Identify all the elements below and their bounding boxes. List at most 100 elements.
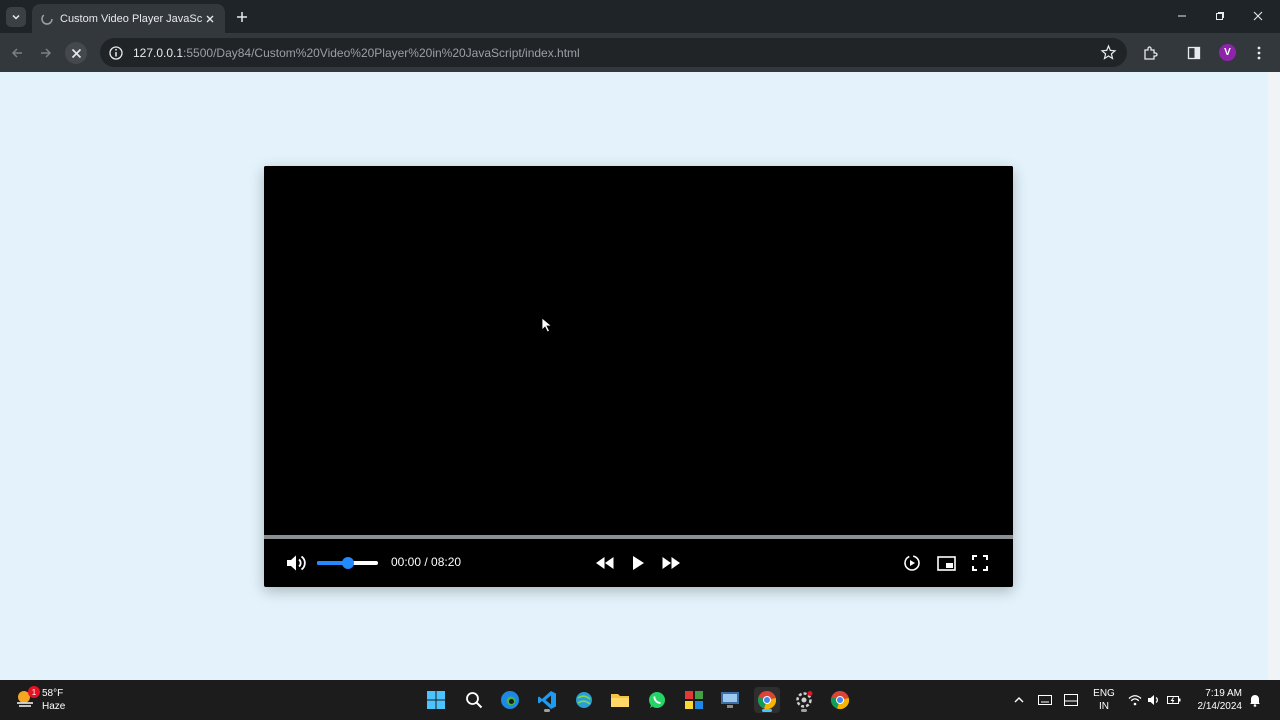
tray-battery[interactable]: [1164, 690, 1184, 710]
close-icon: [1253, 11, 1263, 21]
kebab-menu-icon: [1257, 46, 1261, 60]
back-button[interactable]: [6, 42, 28, 64]
bell-icon: [1250, 695, 1260, 707]
volume-slider[interactable]: [317, 557, 378, 569]
mouse-cursor-icon: [541, 317, 553, 333]
address-bar[interactable]: 127.0.0.1:5500/Day84/Custom%20Video%20Pl…: [100, 38, 1127, 67]
weather-widget[interactable]: 1 58°F Haze: [14, 686, 94, 714]
rewind-button[interactable]: [594, 553, 616, 573]
extensions-button[interactable]: [1139, 42, 1161, 64]
tray-keyboard[interactable]: [1035, 690, 1055, 710]
player-controls: 00:00 / 08:20: [264, 539, 1013, 587]
chevron-down-icon: [12, 14, 20, 20]
rewind-icon: [596, 557, 614, 569]
gear-icon: [796, 691, 813, 708]
windows-taskbar: 1 58°F Haze ENG IN 7:19 AM 2/14/2024: [0, 680, 1280, 720]
plus-icon: [237, 12, 247, 22]
picture-in-picture-button[interactable]: [935, 553, 957, 573]
taskbar-chrome-profile[interactable]: [754, 687, 780, 713]
notification-button[interactable]: [1245, 690, 1265, 710]
stop-loading-button[interactable]: [65, 42, 87, 64]
tab-close-icon[interactable]: [203, 12, 217, 26]
taskbar-clock[interactable]: 7:19 AM 2/14/2024: [1190, 687, 1243, 713]
language-indicator[interactable]: ENG IN: [1093, 687, 1115, 713]
chrome-icon: [757, 691, 777, 710]
fast-forward-icon: [662, 557, 680, 569]
stop-x-icon: [71, 48, 81, 58]
taskbar-app-grid[interactable]: [681, 687, 707, 713]
tray-display[interactable]: [1061, 690, 1081, 710]
taskbar-file-explorer[interactable]: [607, 687, 633, 713]
globe-app-icon: [576, 692, 592, 708]
weather-alert-badge: 1: [28, 686, 40, 698]
close-window-button[interactable]: [1246, 6, 1270, 26]
duration: 08:20: [431, 555, 462, 569]
tab-search-button[interactable]: [6, 7, 26, 27]
keyboard-icon: [1038, 695, 1052, 705]
taskbar-app-globe[interactable]: [571, 687, 597, 713]
running-indicator: [801, 709, 807, 712]
active-tab[interactable]: Custom Video Player JavaScript: [32, 4, 225, 33]
play-button[interactable]: [628, 553, 648, 573]
restore-icon: [1216, 12, 1224, 20]
site-info-icon[interactable]: [108, 45, 124, 61]
taskbar-app-settings[interactable]: [791, 687, 817, 713]
page-scrollbar[interactable]: [1268, 72, 1280, 680]
taskbar-edge[interactable]: [497, 687, 523, 713]
side-panel-button[interactable]: [1183, 42, 1205, 64]
taskbar-chrome[interactable]: [827, 687, 853, 713]
volume-high-icon: [287, 555, 306, 571]
whatsapp-icon: [649, 692, 665, 708]
arrow-right-icon: [41, 48, 52, 58]
minimize-icon: [1178, 15, 1186, 17]
speaker-icon: [1148, 695, 1158, 705]
volume-thumb[interactable]: [341, 557, 354, 569]
tab-bar: Custom Video Player JavaScript: [0, 0, 1280, 33]
taskbar-app-monitor[interactable]: [717, 687, 743, 713]
wifi-icon: [1128, 695, 1142, 706]
fast-forward-button[interactable]: [660, 553, 682, 573]
vscode-icon: [538, 691, 556, 709]
search-icon: [466, 692, 483, 709]
restore-button[interactable]: [1208, 6, 1232, 26]
time-separator: /: [421, 555, 432, 569]
browser-toolbar: 127.0.0.1:5500/Day84/Custom%20Video%20Pl…: [0, 33, 1280, 72]
remote-desktop-icon: [721, 692, 739, 708]
volume-button[interactable]: [285, 552, 309, 574]
chevron-up-icon: [1014, 697, 1024, 703]
time-display: 00:00 / 08:20: [391, 555, 461, 569]
video-surface[interactable]: [264, 166, 1013, 535]
edge-browser-icon: [501, 691, 519, 709]
display-icon: [1064, 694, 1078, 706]
weather-description: Haze: [42, 701, 66, 712]
start-button[interactable]: [423, 687, 449, 713]
play-icon: [633, 556, 644, 570]
browser-menu-button[interactable]: [1248, 42, 1270, 64]
url-text: 127.0.0.1:5500/Day84/Custom%20Video%20Pl…: [133, 45, 580, 60]
battery-charging-icon: [1167, 696, 1181, 704]
minimize-button[interactable]: [1170, 6, 1194, 26]
tray-volume[interactable]: [1144, 690, 1164, 710]
chrome-icon: [830, 691, 850, 710]
taskbar-whatsapp[interactable]: [644, 687, 670, 713]
taskbar-vscode[interactable]: [534, 687, 560, 713]
fullscreen-button[interactable]: [970, 553, 990, 573]
running-indicator: [544, 709, 550, 712]
bookmark-star-icon[interactable]: [1100, 44, 1117, 61]
new-tab-button[interactable]: [233, 8, 251, 26]
forward-button[interactable]: [35, 42, 57, 64]
profile-avatar[interactable]: V: [1219, 44, 1236, 61]
weather-temperature: 58°F: [42, 688, 64, 699]
taskbar-search-button[interactable]: [461, 687, 487, 713]
current-time: 00:00: [391, 555, 422, 569]
side-panel-icon: [1187, 46, 1201, 60]
arrow-left-icon: [11, 48, 22, 58]
playback-speed-button[interactable]: [902, 553, 922, 573]
show-hidden-icons-button[interactable]: [1009, 690, 1029, 710]
video-player: 00:00 / 08:20: [264, 166, 1013, 587]
playback-speed-icon: [904, 555, 920, 571]
running-indicator: [762, 709, 772, 712]
tray-wifi[interactable]: [1125, 690, 1145, 710]
fullscreen-icon: [972, 555, 988, 571]
picture-in-picture-icon: [936, 555, 956, 571]
